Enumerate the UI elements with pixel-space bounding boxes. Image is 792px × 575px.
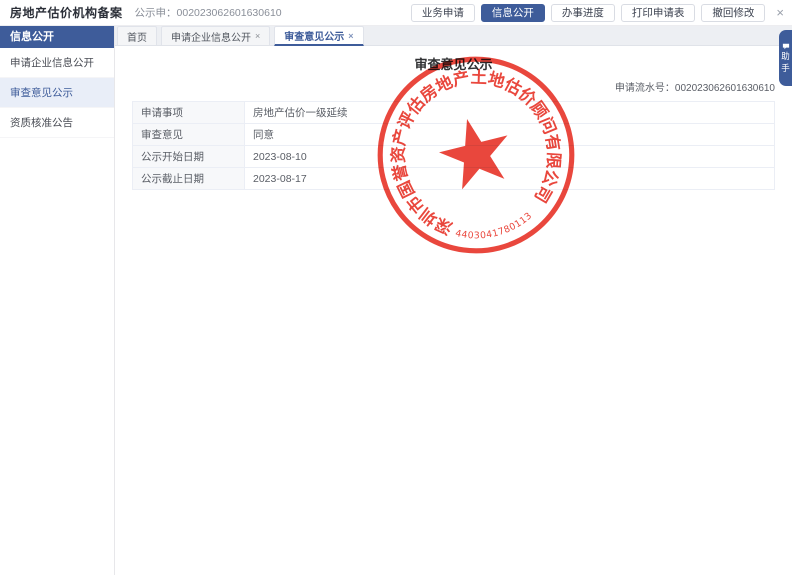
print-application-button[interactable]: 打印申请表 [621,4,696,22]
tab-review-opinion[interactable]: 审查意见公示 × [274,26,363,46]
progress-button[interactable]: 办事进度 [551,4,615,22]
notice-serial: 公示申：002023062601630610 [135,5,282,20]
main-panel: 首页 申请企业信息公开 × 审查意见公示 × 审查意见公示 申请流水号：0020… [115,26,792,575]
page-title: 审查意见公示 [115,54,792,73]
table-row: 申请事项 房地产估价一级延续 [133,102,775,124]
tab-review-opinion-label: 审查意见公示 [284,28,344,43]
row-value-application-item: 房地产估价一级延续 [245,102,775,124]
window-close-icon[interactable]: × [776,6,784,19]
row-label-application-item: 申请事项 [133,102,245,124]
sidebar-item-qualification-notice[interactable]: 资质核准公告 [0,108,114,138]
row-value-start-date: 2023-08-10 [245,146,775,168]
row-value-review-opinion: 同意 [245,124,775,146]
tab-strip: 首页 申请企业信息公开 × 审查意见公示 × [115,26,792,46]
tab-enterprise-info[interactable]: 申请企业信息公开 × [161,26,270,45]
notice-serial-label: 公示申： [135,7,177,19]
table-row: 公示截止日期 2023-08-17 [133,168,775,190]
row-label-end-date: 公示截止日期 [133,168,245,190]
chat-bubble-icon [782,43,790,50]
sidebar-section-header: 信息公开 [0,26,114,48]
app-title: 房地产估价机构备案 [10,4,123,21]
row-label-review-opinion: 审查意见 [133,124,245,146]
application-serial-label: 申请流水号： [615,83,675,94]
close-tab-icon[interactable]: × [255,31,260,41]
table-row: 公示开始日期 2023-08-10 [133,146,775,168]
notice-serial-value: 002023062601630610 [177,7,282,19]
sidebar-item-enterprise-info[interactable]: 申请企业信息公开 [0,48,114,78]
top-bar-actions: 业务申请 信息公开 办事进度 打印申请表 撤回修改 × [411,4,784,22]
close-tab-icon[interactable]: × [348,31,353,41]
tab-home[interactable]: 首页 [117,26,157,45]
sidebar: 信息公开 申请企业信息公开 审查意见公示 资质核准公告 [0,26,115,575]
assistant-label-2: 手 [781,64,790,73]
sidebar-item-review-opinion[interactable]: 审查意见公示 [0,78,114,108]
tab-enterprise-info-label: 申请企业信息公开 [171,29,251,44]
info-disclosure-button[interactable]: 信息公开 [481,4,545,22]
tab-home-label: 首页 [127,29,147,44]
row-label-start-date: 公示开始日期 [133,146,245,168]
withdraw-edit-button[interactable]: 撤回修改 [701,4,765,22]
review-info-table: 申请事项 房地产估价一级延续 审查意见 同意 公示开始日期 2023-08-10… [132,101,775,190]
main-layout: 信息公开 申请企业信息公开 审查意见公示 资质核准公告 首页 申请企业信息公开 … [0,26,792,575]
business-apply-button[interactable]: 业务申请 [411,4,475,22]
application-serial-value: 002023062601630610 [675,83,775,94]
assistant-float-button[interactable]: 助 手 [779,30,792,86]
application-serial: 申请流水号：002023062601630610 [115,79,792,94]
assistant-label-1: 助 [781,52,790,61]
row-value-end-date: 2023-08-17 [245,168,775,190]
content-area: 审查意见公示 申请流水号：002023062601630610 申请事项 房地产… [115,46,792,575]
top-bar: 房地产估价机构备案 公示申：002023062601630610 业务申请 信息… [0,0,792,26]
table-row: 审查意见 同意 [133,124,775,146]
